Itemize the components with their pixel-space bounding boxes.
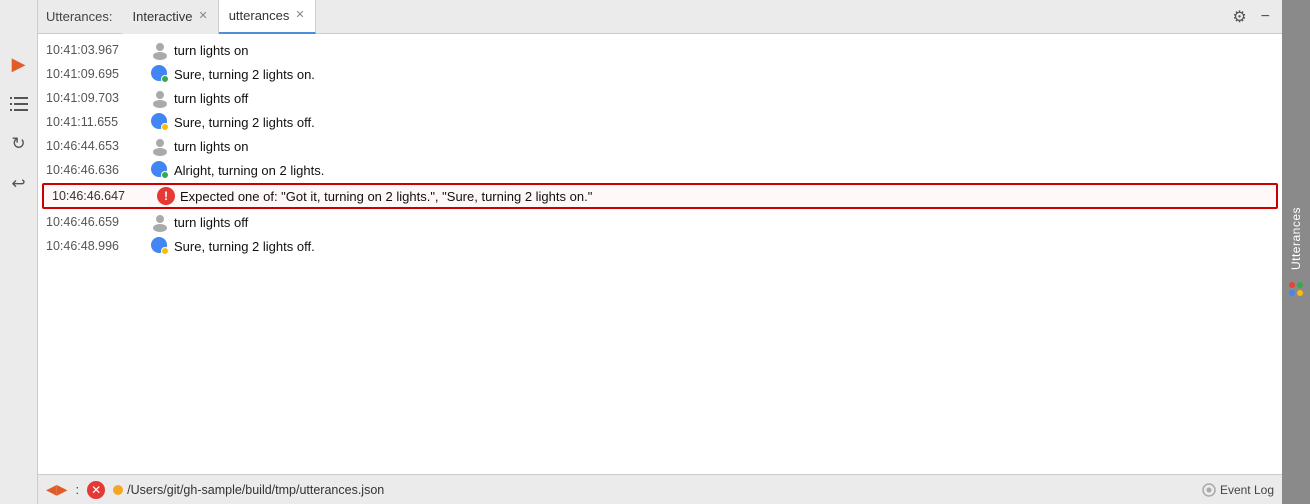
log-timestamp: 10:46:46.659	[46, 215, 146, 229]
tab-interactive-label: Interactive	[132, 9, 192, 24]
tab-interactive[interactable]: Interactive ✕	[122, 0, 218, 34]
undo-button[interactable]: ↩	[5, 170, 33, 198]
tab-bar-actions: ⚙ −	[1228, 5, 1282, 29]
log-message: Sure, turning 2 lights off.	[174, 239, 1274, 254]
log-timestamp: 10:41:03.967	[46, 43, 146, 57]
sidebar-label: Utterances	[1289, 207, 1303, 296]
dot-red	[1289, 283, 1295, 289]
status-dot	[113, 485, 123, 495]
event-log-icon	[1202, 483, 1216, 497]
assistant-icon	[146, 113, 174, 131]
main-panel: Utterances: Interactive ✕ utterances ✕ ⚙…	[38, 0, 1282, 504]
right-sidebar[interactable]: Utterances	[1282, 0, 1310, 504]
log-row: 10:41:09.703 turn lights off	[38, 86, 1282, 110]
log-timestamp: 10:41:11.655	[46, 115, 146, 129]
log-row: 10:41:03.967 turn lights on	[38, 38, 1282, 62]
user-icon	[146, 136, 174, 156]
assistant-icon	[146, 65, 174, 83]
log-row: 10:41:11.655 Sure, turning 2 lights off.	[38, 110, 1282, 134]
google-dots	[1289, 283, 1303, 297]
dot-green	[1297, 283, 1303, 289]
log-timestamp: 10:46:46.647	[52, 189, 152, 203]
bottom-bar: ◀▶ : ✕ /Users/git/gh-sample/build/tmp/ut…	[38, 474, 1282, 504]
left-toolbar: ▶ ↻ ↩	[0, 0, 38, 504]
log-row: 10:46:46.659 turn lights off	[38, 210, 1282, 234]
log-message: turn lights off	[174, 91, 1274, 106]
tab-utterances-close[interactable]: ✕	[295, 10, 304, 21]
dot-blue	[1289, 291, 1295, 297]
log-timestamp: 10:46:44.653	[46, 139, 146, 153]
log-message: turn lights on	[174, 43, 1274, 58]
path-text: /Users/git/gh-sample/build/tmp/utterance…	[127, 483, 384, 497]
log-timestamp: 10:41:09.695	[46, 67, 146, 81]
user-icon	[146, 88, 174, 108]
log-message: Sure, turning 2 lights on.	[174, 67, 1274, 82]
log-list: 10:41:03.967 turn lights on 10:41:09.695…	[38, 34, 1282, 474]
dot-yellow	[1297, 291, 1303, 297]
user-icon	[146, 40, 174, 60]
assistant-icon	[146, 161, 174, 179]
tab-utterances[interactable]: utterances ✕	[219, 0, 316, 34]
tab-interactive-close[interactable]: ✕	[198, 11, 207, 22]
tab-bar: Utterances: Interactive ✕ utterances ✕ ⚙…	[38, 0, 1282, 34]
log-timestamp: 10:46:46.636	[46, 163, 146, 177]
log-row-error: 10:46:46.647 ! Expected one of: "Got it,…	[42, 183, 1278, 209]
log-row: 10:46:44.653 turn lights on	[38, 134, 1282, 158]
log-message: turn lights off	[174, 215, 1274, 230]
settings-button[interactable]: ⚙	[1228, 5, 1250, 29]
assistant-icon	[146, 237, 174, 255]
log-message: Sure, turning 2 lights off.	[174, 115, 1274, 130]
log-row: 10:46:46.636 Alright, turning on 2 light…	[38, 158, 1282, 182]
play-button[interactable]: ▶	[5, 50, 33, 78]
sidebar-text: Utterances	[1289, 207, 1303, 270]
event-log-button[interactable]: Event Log	[1202, 483, 1274, 497]
log-row: 10:46:48.996 Sure, turning 2 lights off.	[38, 234, 1282, 258]
log-message: turn lights on	[174, 139, 1274, 154]
log-row: 10:41:09.695 Sure, turning 2 lights on.	[38, 62, 1282, 86]
log-message: Alright, turning on 2 lights.	[174, 163, 1274, 178]
bottom-colon: :	[76, 482, 80, 497]
utterances-label: Utterances:	[46, 9, 112, 24]
play-pause-button[interactable]: ◀▶	[46, 481, 68, 498]
log-timestamp: 10:46:48.996	[46, 239, 146, 253]
list-button[interactable]	[5, 90, 33, 118]
tab-utterances-label: utterances	[229, 8, 290, 23]
error-badge: ✕	[87, 481, 105, 499]
event-log-label: Event Log	[1220, 483, 1274, 497]
file-path: /Users/git/gh-sample/build/tmp/utterance…	[113, 483, 384, 497]
log-timestamp: 10:41:09.703	[46, 91, 146, 105]
user-icon	[146, 212, 174, 232]
refresh-button[interactable]: ↻	[5, 130, 33, 158]
minimize-button[interactable]: −	[1257, 6, 1274, 28]
error-icon: !	[152, 187, 180, 205]
log-message-error: Expected one of: "Got it, turning on 2 l…	[180, 189, 1268, 204]
